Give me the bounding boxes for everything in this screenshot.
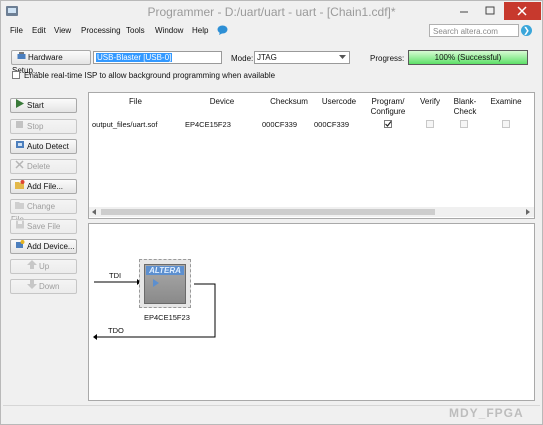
add-file-button[interactable]: Add File...: [10, 179, 77, 194]
up-button[interactable]: Up: [10, 259, 77, 274]
checkmark-icon: [385, 121, 392, 127]
help-chat-icon[interactable]: [217, 25, 228, 35]
title-bar: Programmer - D:/uart/uart - uart - [Chai…: [1, 1, 542, 23]
stop-button[interactable]: Stop: [10, 119, 77, 134]
col-header-file[interactable]: File: [89, 97, 182, 106]
progress-value: 100% (Successful): [434, 53, 502, 62]
mode-label: Mode:: [231, 54, 254, 63]
minimize-icon: [460, 11, 468, 13]
start-button[interactable]: Start: [10, 98, 77, 113]
down-button[interactable]: Down: [10, 279, 77, 294]
mode-select[interactable]: JTAG: [254, 51, 350, 64]
table-horizontal-scrollbar[interactable]: [89, 207, 534, 217]
mode-value: JTAG: [257, 53, 277, 62]
row-checksum: 000CF339: [262, 120, 298, 129]
col-header-verify[interactable]: Verify: [414, 97, 446, 106]
isp-checkbox[interactable]: [12, 71, 20, 79]
up-icon: [27, 260, 37, 273]
hardware-value: USB-Blaster [USB-0]: [96, 53, 173, 62]
add-device-icon: [15, 240, 25, 253]
change-file-button[interactable]: Change File...: [10, 199, 77, 224]
col-header-program-line1: Program/: [371, 97, 405, 106]
jtag-chain-lines: [93, 279, 216, 340]
add-file-label: Add File...: [27, 182, 64, 191]
start-label: Start: [27, 101, 44, 110]
maximize-icon: [485, 6, 495, 15]
save-file-icon: [15, 220, 25, 233]
close-button[interactable]: [504, 2, 541, 20]
chevron-down-icon: [339, 55, 346, 59]
tdi-label: TDI: [109, 271, 122, 280]
programmer-window: Programmer - D:/uart/uart - uart - [Chai…: [0, 0, 543, 425]
change-file-icon: [15, 200, 25, 213]
col-header-blank-line1: Blank-: [453, 97, 477, 106]
col-header-device[interactable]: Device: [182, 97, 262, 106]
auto-detect-label: Auto Detect: [27, 142, 69, 151]
down-label: Down: [39, 282, 60, 291]
up-label: Up: [39, 262, 50, 271]
device-table: File Device Checksum Usercode Program/Co…: [88, 92, 535, 219]
watermark: MDY_FPGA: [449, 406, 524, 420]
col-header-checksum[interactable]: Checksum: [262, 97, 316, 106]
hardware-setup-button[interactable]: Hardware Setup...: [11, 50, 91, 75]
col-header-program-line2: Configure: [370, 107, 406, 116]
search-input[interactable]: Search altera.com: [429, 24, 519, 37]
menu-bar: File Edit View Processing Tools Window H…: [1, 23, 542, 39]
stop-label: Stop: [27, 122, 44, 131]
stop-icon: [15, 120, 25, 133]
isp-label: Enable real-time ISP to allow background…: [24, 71, 276, 80]
chain-diagram-panel: TDI TDO EP4CE15F23: [88, 223, 535, 401]
menu-view[interactable]: View: [54, 26, 71, 35]
add-device-button[interactable]: Add Device...: [10, 239, 77, 254]
col-header-usercode[interactable]: Usercode: [316, 97, 362, 106]
chip-name: EP4CE15F23: [144, 313, 190, 322]
col-header-blank-line2: Check: [453, 107, 477, 116]
maximize-button[interactable]: [477, 2, 503, 20]
col-header-blank-check[interactable]: Blank- Check: [446, 97, 484, 117]
col-header-program[interactable]: Program/Configure: [362, 97, 414, 117]
verify-checkbox[interactable]: [426, 120, 434, 128]
scroll-left-icon[interactable]: [91, 209, 97, 215]
row-device: EP4CE15F23: [185, 120, 231, 129]
progress-label: Progress:: [370, 54, 405, 63]
add-device-label: Add Device...: [27, 242, 75, 251]
menu-help[interactable]: Help: [192, 26, 208, 35]
save-file-button[interactable]: Save File: [10, 219, 77, 234]
col-header-examine[interactable]: Examine: [486, 97, 526, 106]
hardware-field[interactable]: USB-Blaster [USB-0]: [93, 51, 222, 64]
auto-detect-button[interactable]: Auto Detect: [10, 139, 77, 154]
search-icon[interactable]: ❯: [521, 25, 532, 36]
delete-label: Delete: [27, 162, 51, 171]
menu-processing[interactable]: Processing: [81, 26, 121, 35]
auto-detect-icon: [15, 140, 25, 153]
program-checkbox[interactable]: [384, 120, 392, 128]
close-icon: [517, 6, 527, 16]
tdo-label: TDO: [108, 326, 124, 335]
blank-check-checkbox[interactable]: [460, 120, 468, 128]
down-icon: [27, 280, 37, 293]
table-row[interactable]: output_files/uart.sof EP4CE15F23 000CF33…: [89, 118, 534, 130]
hardware-setup-icon: [16, 51, 26, 64]
row-file: output_files/uart.sof: [92, 120, 158, 129]
fpga-chip-body: ALTERA: [144, 264, 186, 304]
progress-bar: 100% (Successful): [408, 50, 528, 65]
altera-logo: ALTERA: [146, 266, 184, 275]
add-file-icon: [15, 180, 25, 193]
start-icon: [15, 99, 25, 112]
delete-icon: [15, 160, 25, 173]
scroll-thumb[interactable]: [101, 209, 435, 215]
menu-edit[interactable]: Edit: [32, 26, 46, 35]
delete-button[interactable]: Delete: [10, 159, 77, 174]
minimize-button[interactable]: [451, 2, 477, 20]
menu-tools[interactable]: Tools: [126, 26, 145, 35]
save-file-label: Save File: [27, 222, 61, 231]
menu-window[interactable]: Window: [155, 26, 183, 35]
scroll-right-icon[interactable]: [525, 209, 531, 215]
row-usercode: 000CF339: [314, 120, 350, 129]
menu-file[interactable]: File: [10, 26, 23, 35]
pin1-marker-icon: [153, 279, 159, 287]
examine-checkbox[interactable]: [502, 120, 510, 128]
fpga-chip[interactable]: ALTERA: [139, 259, 191, 308]
